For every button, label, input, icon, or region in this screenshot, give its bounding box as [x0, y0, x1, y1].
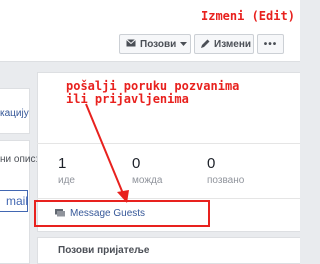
left-description-text: ни опис: [0, 154, 39, 165]
message-annotation: pošalji poruku pozvanima ili prijavljeni… [66, 79, 240, 106]
going-count[interactable]: 1 [58, 155, 66, 172]
left-location-text[interactable]: кацију [0, 108, 29, 119]
pencil-icon [201, 39, 210, 50]
invite-button-label: Позови [140, 38, 177, 50]
going-label: иде [58, 175, 75, 186]
maybe-label: можда [132, 175, 163, 186]
invite-friends-heading: Позови пријатеље [58, 245, 150, 256]
edit-button[interactable]: Измени [194, 34, 254, 54]
more-options-button[interactable]: ••• [257, 34, 284, 54]
highlight-box [34, 200, 210, 227]
stats-divider [37, 143, 300, 144]
edit-button-label: Измени [214, 38, 252, 50]
invited-label: позвано [207, 175, 245, 186]
maybe-count[interactable]: 0 [132, 155, 140, 172]
invite-button[interactable]: Позови [119, 34, 191, 54]
left-mail-button[interactable]: mail [0, 190, 28, 212]
envelope-icon [126, 39, 136, 49]
caret-down-icon [180, 40, 188, 49]
invited-count[interactable]: 0 [207, 155, 215, 172]
message-divider [37, 198, 300, 199]
edit-annotation: Izmeni (Edit) [201, 9, 295, 23]
ellipsis-icon: ••• [263, 38, 278, 50]
